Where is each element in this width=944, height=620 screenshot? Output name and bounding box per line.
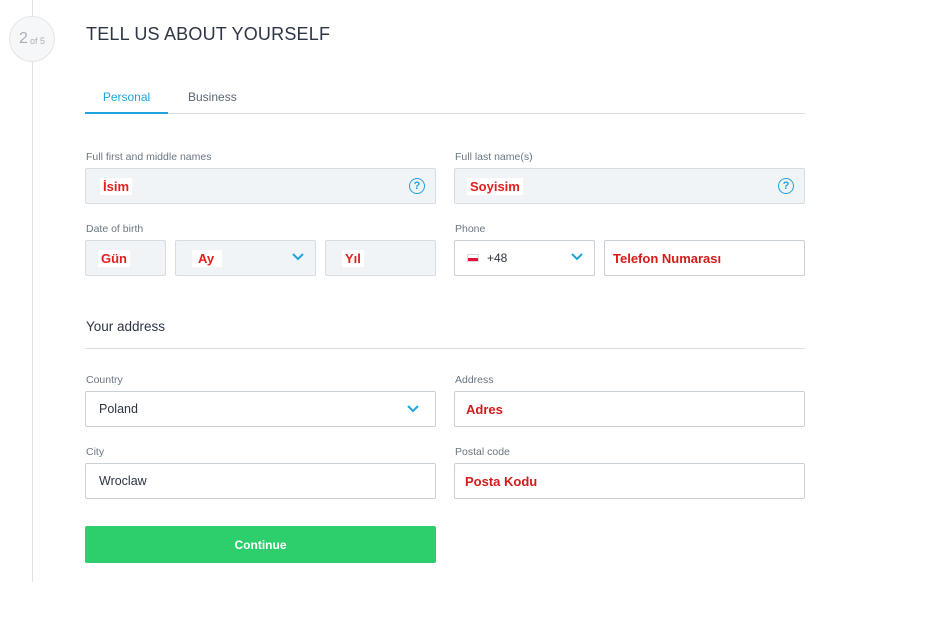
city-field[interactable]: Wroclaw <box>85 463 436 499</box>
last-name-label: Full last name(s) <box>455 151 533 163</box>
country-label: Country <box>86 374 123 386</box>
first-names-label: Full first and middle names <box>86 151 212 163</box>
dob-month-value: Ay <box>192 249 223 267</box>
continue-button[interactable]: Continue <box>85 526 436 563</box>
city-label: City <box>86 446 105 458</box>
phone-country-code: +48 <box>487 251 508 265</box>
last-name-value: Soyisim <box>467 177 523 195</box>
chevron-down-icon <box>292 253 304 261</box>
dob-year-value: Yıl <box>342 249 364 267</box>
first-names-value: İsim <box>100 177 133 195</box>
tab-personal[interactable]: Personal <box>85 90 168 114</box>
phone-number-field[interactable]: Telefon Numarası <box>604 240 805 276</box>
question-icon[interactable]: ? <box>409 178 425 194</box>
dob-month-select[interactable]: Ay <box>175 240 316 276</box>
address-value: Adres <box>466 401 503 417</box>
phone-country-select[interactable]: +48 <box>454 240 595 276</box>
address-section-title: Your address <box>86 319 166 334</box>
address-field[interactable]: Adres <box>454 391 805 427</box>
city-value: Wroclaw <box>99 474 147 488</box>
dob-day-value: Gün <box>98 249 130 267</box>
country-value: Poland <box>99 402 138 416</box>
postal-code-field[interactable]: Posta Kodu <box>454 463 805 499</box>
country-select[interactable]: Poland <box>85 391 436 427</box>
phone-number-value: Telefon Numarası <box>613 250 722 266</box>
chevron-down-icon <box>407 405 419 413</box>
first-names-field[interactable]: İsim ? <box>85 168 436 204</box>
last-name-field[interactable]: Soyisim ? <box>454 168 805 204</box>
dob-year-field[interactable]: Yıl <box>325 240 436 276</box>
step-number: 2 <box>19 30 28 47</box>
page-title: TELL US ABOUT YOURSELF <box>86 24 331 44</box>
tab-business[interactable]: Business <box>188 90 237 114</box>
step-indicator: 2 of 5 <box>9 16 55 62</box>
question-icon[interactable]: ? <box>778 178 794 194</box>
dob-label: Date of birth <box>86 223 144 235</box>
dob-day-field[interactable]: Gün <box>85 240 166 276</box>
stepper-line <box>32 0 33 582</box>
tab-bar: Personal Business <box>85 86 805 114</box>
chevron-down-icon <box>571 253 583 261</box>
postal-code-value: Posta Kodu <box>465 473 538 489</box>
address-label: Address <box>455 374 494 386</box>
section-divider <box>85 348 805 349</box>
step-total: of 5 <box>29 35 45 46</box>
phone-label: Phone <box>455 223 486 235</box>
postal-code-label: Postal code <box>455 446 510 458</box>
poland-flag-icon <box>467 254 479 262</box>
